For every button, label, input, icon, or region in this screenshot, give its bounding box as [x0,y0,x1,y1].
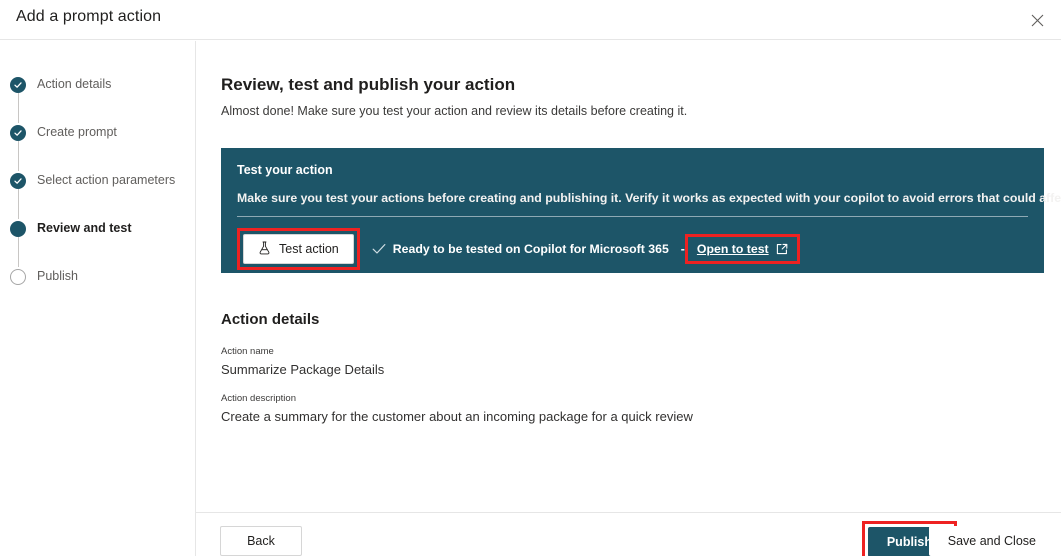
step-complete-icon [10,77,26,93]
test-status-text: Ready to be tested on Copilot for Micros… [393,242,669,256]
sidebar-item-label: Select action parameters [28,169,175,188]
sidebar-item-action-details[interactable]: Action details [8,73,194,121]
back-button[interactable]: Back [220,526,302,556]
step-connector [18,141,19,171]
test-action-button[interactable]: Test action [243,234,354,264]
wizard-steps: Action details Create prompt [8,73,194,313]
step-connector [18,189,19,219]
open-to-test-group[interactable]: Open to test [691,240,794,258]
sidebar-item-label: Action details [28,73,111,92]
action-name-field: Action name Summarize Package Details [221,346,384,378]
sidebar-item-create-prompt[interactable]: Create prompt [8,121,194,169]
dialog-footer: Back Publish Save and Close [196,512,1061,556]
banner-actions: Test action Ready to be tested on Copilo… [237,228,800,270]
step-marker [8,265,28,285]
step-marker [8,169,28,189]
step-marker [8,73,28,93]
flask-icon [258,241,271,258]
sidebar-item-select-action-parameters[interactable]: Select action parameters [8,169,194,217]
close-icon[interactable] [1021,4,1053,36]
banner-divider [237,216,1028,217]
step-marker [8,121,28,141]
banner-title: Test your action [237,162,1028,179]
sidebar-item-label: Create prompt [28,121,117,140]
sidebar-item-publish[interactable]: Publish [8,265,194,313]
step-marker [8,217,28,237]
action-name-label: Action name [221,346,384,358]
external-link-icon[interactable] [776,243,788,255]
sidebar-item-label: Review and test [28,217,131,236]
action-details-heading: Action details [221,311,319,328]
open-to-test-link[interactable]: Open to test [697,242,769,256]
action-name-value: Summarize Package Details [221,361,384,378]
test-status: Ready to be tested on Copilot for Micros… [372,242,685,256]
wizard-sidebar: Action details Create prompt [0,41,196,556]
dialog-header: Add a prompt action [0,0,1061,40]
page-title: Review, test and publish your action [221,75,515,95]
add-prompt-action-dialog: Add a prompt action Action details [0,0,1061,556]
dialog-title: Add a prompt action [16,8,161,26]
checkmark-icon [372,243,386,255]
step-pending-icon [10,269,26,285]
step-active-icon [10,221,26,237]
step-connector [18,237,19,267]
test-your-action-banner: Test your action Make sure you test your… [221,148,1044,273]
step-complete-icon [10,173,26,189]
test-action-button-label: Test action [279,242,339,256]
main-content: Review, test and publish your action Alm… [197,41,1061,512]
step-complete-icon [10,125,26,141]
action-description-value: Create a summary for the customer about … [221,408,693,425]
step-connector [18,93,19,123]
test-action-highlight: Test action [237,228,360,270]
action-description-field: Action description Create a summary for … [221,393,693,425]
save-and-close-button[interactable]: Save and Close [929,526,1055,556]
sidebar-item-label: Publish [28,265,78,284]
action-description-label: Action description [221,393,693,405]
page-subtitle: Almost done! Make sure you test your act… [221,104,687,118]
banner-description: Make sure you test your actions before c… [237,190,1028,206]
open-to-test-highlight: Open to test [685,234,800,264]
sidebar-item-review-and-test[interactable]: Review and test [8,217,194,265]
